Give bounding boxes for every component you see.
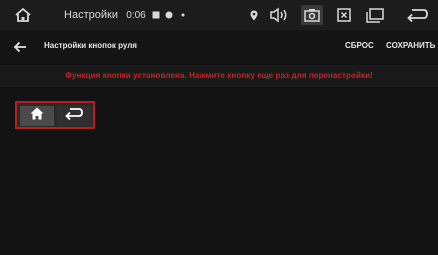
save-button[interactable]: СОХРАНИТЬ (386, 41, 435, 50)
volume-icon[interactable] (268, 0, 290, 30)
status-time: 0:06 (126, 9, 146, 21)
location-icon (249, 0, 259, 30)
toolbar: Настройки кнопок руля СБРОС СОХРАНИТЬ (0, 32, 438, 62)
steering-back-button[interactable] (57, 106, 91, 126)
home-icon[interactable] (12, 0, 34, 30)
status-title: Настройки (64, 9, 118, 21)
steering-button-group (15, 101, 95, 129)
page-title: Настройки кнопок руля (44, 41, 137, 50)
close-box-icon[interactable] (335, 0, 353, 30)
reset-button[interactable]: СБРОС (345, 41, 374, 50)
dot-icon (180, 0, 186, 30)
home-icon (30, 107, 44, 125)
sd-card-icon (151, 0, 161, 30)
windows-icon[interactable] (364, 0, 386, 30)
arrow-left-icon[interactable] (10, 37, 30, 57)
status-bar: Настройки 0:06 (0, 0, 438, 30)
settings-dot-icon (164, 0, 174, 30)
warning-text: Функция кнопки установлена. Нажмите кноп… (65, 71, 373, 80)
warning-band: Функция кнопки установлена. Нажмите кноп… (0, 65, 438, 87)
back-icon[interactable] (404, 0, 430, 30)
steering-home-button[interactable] (20, 106, 54, 126)
return-icon (65, 107, 83, 125)
camera-icon[interactable] (301, 5, 323, 25)
